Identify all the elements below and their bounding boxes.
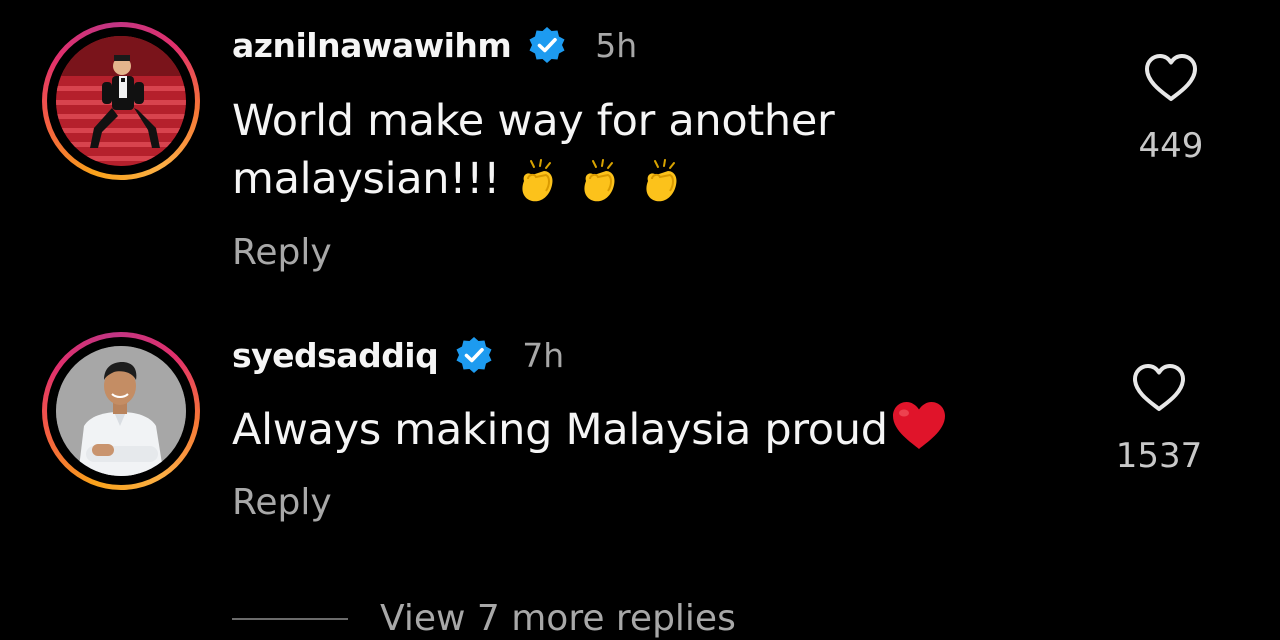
- like-control: 1537: [1094, 362, 1224, 476]
- reply-button[interactable]: Reply: [232, 232, 332, 273]
- comment-time: 5h: [595, 25, 638, 65]
- view-more-replies-label[interactable]: View 7 more replies: [380, 598, 736, 639]
- comment-text-line: Always making Malaysia proud: [232, 405, 888, 455]
- comment-header: aznilnawawihm 5h: [232, 22, 637, 68]
- verified-badge-icon: [456, 337, 492, 373]
- comment-text: World make way for another malaysian!!!: [232, 92, 1052, 208]
- clapping-hands-emoji-icon: [646, 158, 677, 201]
- avatar[interactable]: [56, 346, 186, 476]
- clapping-hands-emoji-icon: [584, 158, 615, 201]
- username[interactable]: aznilnawawihm: [232, 26, 512, 65]
- avatar[interactable]: [56, 36, 186, 166]
- divider-line: [232, 617, 348, 620]
- comment-time: 7h: [522, 335, 565, 375]
- red-heart-emoji-icon: [892, 402, 945, 449]
- reply-button[interactable]: Reply: [232, 482, 332, 523]
- story-ring[interactable]: [42, 22, 200, 180]
- story-ring[interactable]: [42, 332, 200, 490]
- verified-badge-icon: [529, 27, 565, 63]
- like-count: 449: [1138, 126, 1204, 166]
- avatar-image-red-stairs: [56, 36, 186, 166]
- comment-text-line: World make way for another: [232, 96, 835, 146]
- comment-text-line: malaysian!!!: [232, 154, 501, 204]
- heart-outline-icon[interactable]: [1143, 52, 1199, 104]
- like-count: 1537: [1115, 436, 1203, 476]
- avatar-image-portrait: [56, 346, 186, 476]
- comment-item: syedsaddiq 7h Always making Malaysia pro…: [0, 310, 1280, 560]
- comment-header: syedsaddiq 7h: [232, 332, 564, 378]
- comment-text: Always making Malaysia proud: [232, 400, 1052, 459]
- clapping-hands-emoji-icon: [522, 158, 553, 201]
- username[interactable]: syedsaddiq: [232, 336, 439, 375]
- comments-screen: aznilnawawihm 5h World make way for anot…: [0, 0, 1280, 640]
- like-control: 449: [1106, 52, 1236, 166]
- view-more-replies[interactable]: View 7 more replies: [232, 598, 736, 639]
- heart-outline-icon[interactable]: [1131, 362, 1187, 414]
- comment-item: aznilnawawihm 5h World make way for anot…: [0, 0, 1280, 300]
